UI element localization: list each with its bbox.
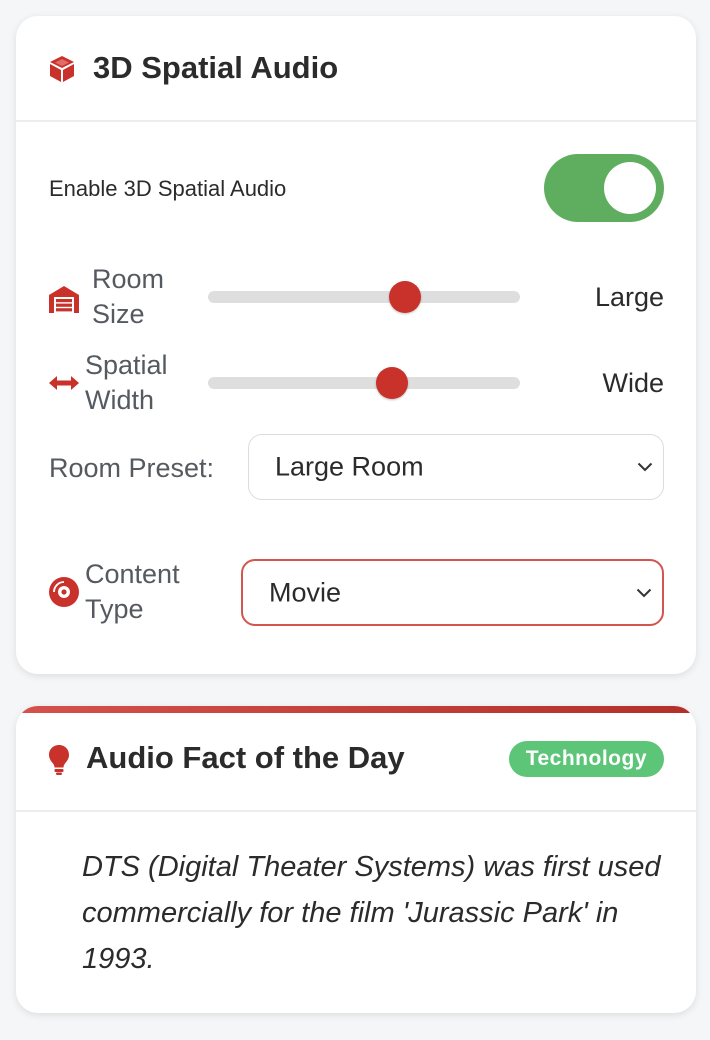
- room-size-label-line2: Size: [92, 299, 145, 329]
- cube-icon: [50, 56, 74, 82]
- spatial-width-label-line1: Spatial: [85, 350, 168, 380]
- room-preset-label: Room Preset:: [49, 453, 215, 483]
- spatial-width-label: Spatial Width: [85, 348, 168, 418]
- spatial-width-slider-thumb[interactable]: [376, 367, 409, 399]
- content-type-label-line1: Content: [85, 559, 180, 589]
- toggle-knob: [604, 162, 656, 214]
- chevron-down-icon: [636, 588, 652, 597]
- room-preset-select[interactable]: Large Room: [248, 434, 664, 500]
- lightbulb-icon: [49, 745, 69, 775]
- room-size-label: Room Size: [92, 262, 164, 332]
- spatial-width-value: Wide: [602, 368, 664, 398]
- content-type-label-line2: Type: [85, 594, 144, 624]
- chevron-down-icon: [637, 462, 653, 472]
- spatial-width-label-line2: Width: [85, 385, 155, 415]
- content-type-select[interactable]: Movie: [241, 559, 664, 626]
- card-title: Audio Fact of the Day: [86, 740, 405, 775]
- card-title: 3D Spatial Audio: [93, 50, 339, 85]
- audio-fact-header: Audio Fact of the Day Technology: [16, 706, 696, 812]
- fact-text: DTS (Digital Theater Systems) was first …: [82, 851, 661, 975]
- compact-disc-icon: [49, 577, 79, 607]
- audio-fact-card: Audio Fact of the Day Technology DTS (Di…: [16, 706, 696, 1013]
- content-type-selected: Movie: [269, 577, 342, 607]
- room-size-slider[interactable]: [208, 281, 520, 313]
- category-badge: Technology: [508, 741, 664, 777]
- warehouse-icon: [49, 286, 79, 313]
- room-preset-selected: Large Room: [275, 451, 424, 482]
- enable-spatial-audio-label: Enable 3D Spatial Audio: [49, 176, 287, 201]
- room-size-slider-thumb[interactable]: [388, 281, 421, 313]
- room-size-label-line1: Room: [92, 264, 165, 294]
- spatial-audio-card: 3D Spatial Audio Enable 3D Spatial Audio…: [16, 16, 696, 674]
- spatial-audio-header: 3D Spatial Audio: [16, 16, 696, 122]
- content-type-label: Content Type: [85, 557, 180, 627]
- room-size-value: Large: [594, 282, 664, 312]
- spatial-width-slider[interactable]: [208, 367, 520, 399]
- enable-spatial-audio-toggle[interactable]: [544, 154, 664, 222]
- arrows-left-right-icon: [49, 376, 79, 390]
